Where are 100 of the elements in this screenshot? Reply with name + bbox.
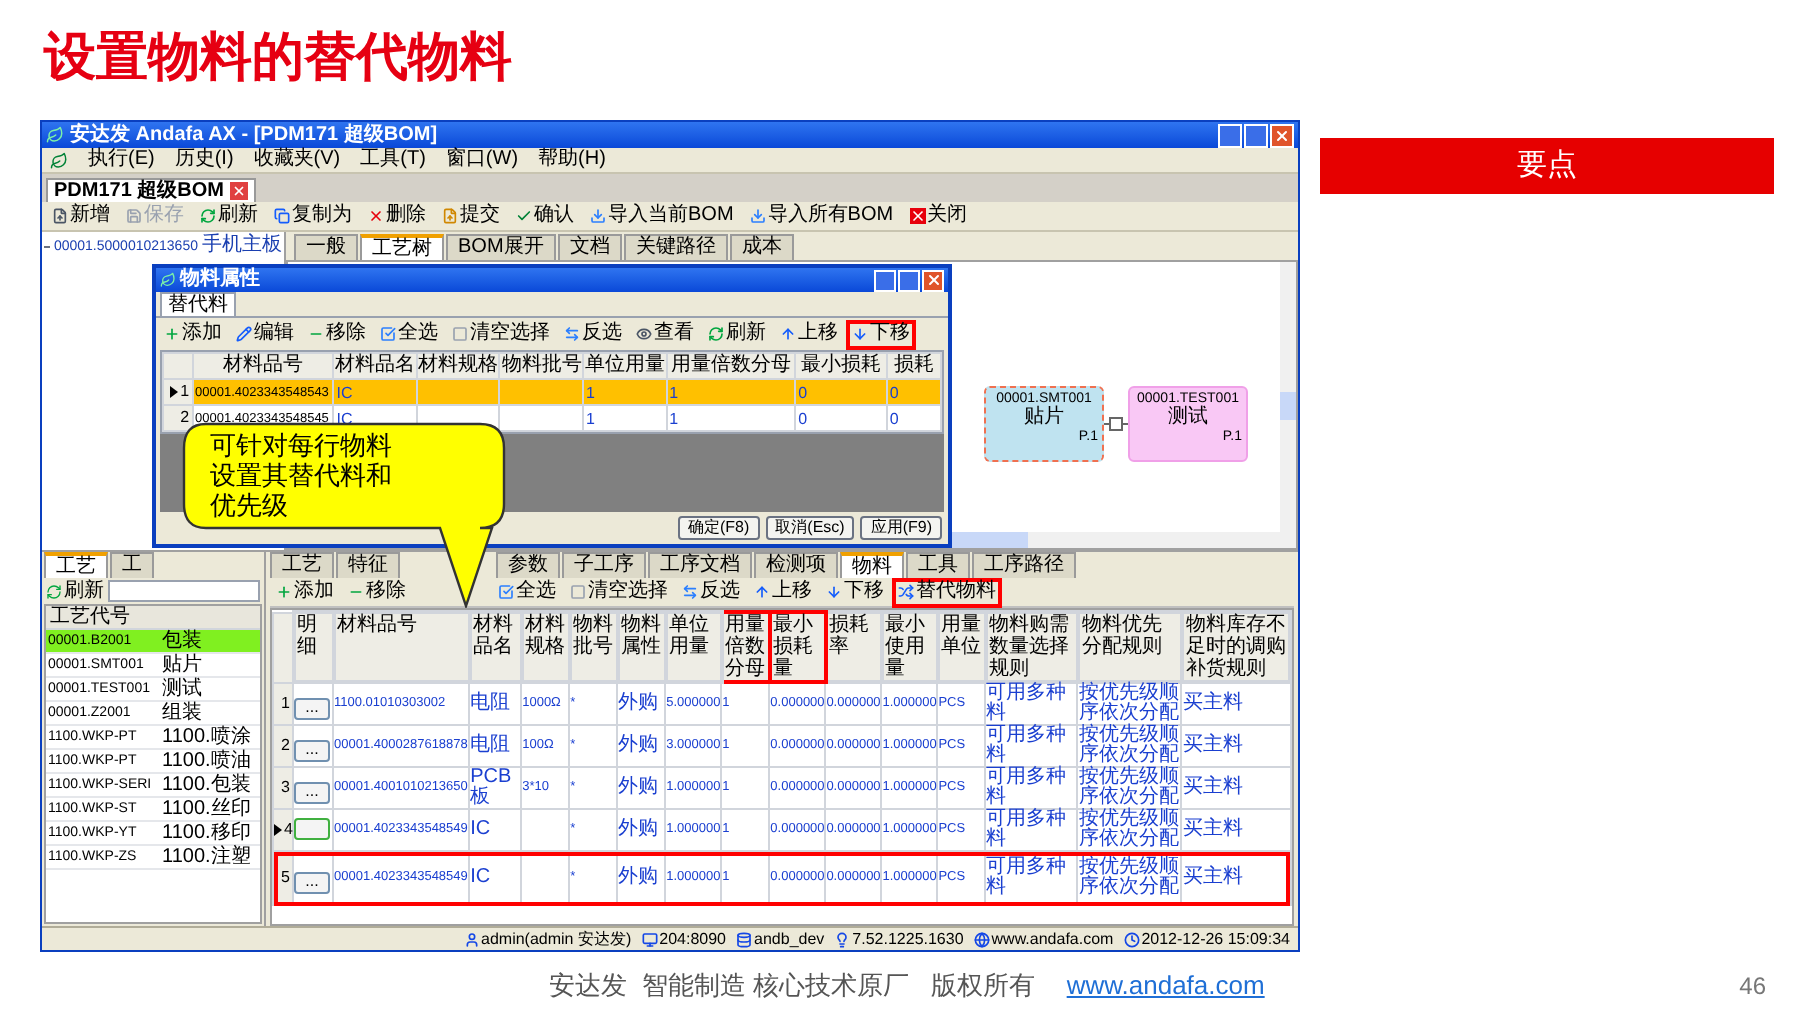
column-header: 用量单位 — [937, 612, 986, 682]
tab[interactable]: 工具 — [906, 552, 970, 578]
user-icon — [463, 931, 479, 947]
toolbar-button[interactable]: 查看 — [630, 319, 700, 349]
detail-button[interactable] — [294, 818, 330, 840]
checkbox-icon — [452, 326, 468, 342]
menu-item[interactable]: 历史(I) — [174, 150, 234, 170]
menu-item[interactable]: 执行(E) — [88, 150, 155, 170]
vertical-scrollbar[interactable] — [1280, 262, 1296, 548]
table-cell: IC — [469, 851, 522, 905]
tab[interactable]: 检测项 — [754, 552, 838, 578]
tab[interactable]: 物料 — [840, 552, 904, 578]
tab[interactable]: 工艺 — [44, 552, 108, 578]
tab[interactable]: 工序路径 — [972, 552, 1076, 578]
close-button[interactable] — [1270, 123, 1294, 147]
current-row-icon — [274, 823, 282, 836]
toolbar-button[interactable]: 上移 — [748, 577, 818, 607]
menu-item[interactable]: 收藏夹(V) — [253, 150, 341, 170]
minimize-button[interactable] — [874, 269, 896, 291]
detail-button[interactable]: ... — [294, 697, 330, 719]
tab[interactable]: 成本 — [729, 234, 794, 260]
tab[interactable]: 特征 — [336, 552, 400, 578]
toolbar-button[interactable]: 上移 — [774, 319, 844, 349]
close-button[interactable] — [922, 269, 944, 291]
toolbar-button[interactable]: 全选 — [374, 319, 444, 349]
menu-item[interactable]: 帮助(H) — [538, 150, 606, 170]
status-text: admin(admin 安达发) — [481, 931, 632, 947]
dialog-button[interactable]: 确定(F8) — [677, 516, 760, 540]
detail-button[interactable]: ... — [294, 871, 330, 893]
table-cell: 可用多种料 — [985, 682, 1078, 725]
menu-item[interactable]: 窗口(W) — [445, 150, 519, 170]
table-cell: 可用多种料 — [985, 767, 1078, 809]
footer-text: 安达发 智能制造 核心技术原厂 版权所有 — [549, 967, 1035, 1004]
tab[interactable]: 工 — [110, 552, 154, 578]
toolbar-button[interactable]: 新增 — [46, 201, 116, 231]
table-cell: IC — [469, 809, 522, 851]
table-cell: 1 — [583, 405, 667, 431]
minimize-button[interactable] — [1218, 123, 1242, 147]
search-field[interactable] — [108, 580, 260, 602]
tab[interactable]: 关键路径 — [623, 234, 728, 260]
toolbar-button[interactable]: 移除 — [302, 319, 372, 349]
dialog-button[interactable]: 取消(Esc) — [765, 516, 855, 540]
process-name: 1100.包装 — [162, 775, 251, 795]
column-header: 物料优先分配规则 — [1077, 612, 1182, 682]
toolbar-button[interactable]: 确认 — [510, 201, 580, 231]
tab[interactable]: BOM展开 — [446, 234, 556, 260]
column-header: 材料品名 — [469, 612, 522, 682]
tab[interactable]: 工艺 — [270, 552, 334, 578]
column-header: 最小损耗量 — [769, 612, 826, 682]
toolbar-button[interactable]: 反选 — [676, 577, 746, 607]
maximize-button[interactable] — [898, 269, 920, 291]
toolbar-button[interactable]: 刷新 — [702, 319, 772, 349]
tab[interactable]: 文档 — [557, 234, 622, 260]
table-cell: 外购 — [617, 809, 666, 851]
tab[interactable]: 替代料 — [160, 292, 236, 316]
table-cell — [521, 809, 570, 851]
table-cell: 外购 — [617, 725, 666, 767]
toolbar-button[interactable]: 导入当前BOM — [584, 201, 740, 231]
toolbar-button[interactable]: 关闭 — [903, 201, 974, 231]
row-number: 1 — [273, 682, 293, 725]
maximize-button[interactable] — [1244, 123, 1268, 147]
toolbar-button[interactable]: 移除 — [342, 577, 412, 607]
row-number: 1 — [163, 379, 193, 405]
toolbar-button[interactable]: 添加 — [270, 577, 340, 607]
toolbar-button[interactable]: 删除 — [362, 201, 432, 231]
toolbar-button[interactable]: 清空选择 — [564, 577, 674, 607]
toolbar-button[interactable]: 下移 — [820, 577, 890, 607]
status-text: 204:8090 — [659, 931, 727, 947]
tab[interactable]: 工艺树 — [360, 234, 444, 260]
refresh-icon — [200, 208, 216, 224]
status-text: 7.52.1225.1630 — [852, 931, 964, 947]
column-header: 用量倍数分母 — [666, 353, 796, 379]
toolbar-button[interactable]: 复制为 — [268, 201, 358, 231]
toolbar-button[interactable]: 反选 — [558, 319, 628, 349]
arrow-up-icon — [754, 584, 770, 600]
dialog-button[interactable]: 应用(F9) — [860, 516, 942, 540]
toolbar-button[interactable]: 添加 — [158, 319, 228, 349]
detail-button[interactable]: ... — [294, 739, 330, 761]
tab[interactable]: 工序文档 — [648, 552, 752, 578]
column-header: 物料库存不足时的调购补货规则 — [1181, 612, 1290, 682]
toolbar-button[interactable]: 刷新 — [194, 201, 264, 231]
tab[interactable]: 子工序 — [562, 552, 646, 578]
toolbar-button[interactable]: 清空选择 — [446, 319, 556, 349]
tab[interactable]: 一般 — [294, 234, 358, 260]
arrow-up-icon — [780, 326, 796, 342]
table-cell: 按优先级顺序依次分配 — [1077, 682, 1182, 725]
database-icon — [736, 931, 753, 947]
tab[interactable]: 参数 — [496, 552, 560, 578]
toolbar-button[interactable]: 全选 — [492, 577, 562, 607]
document-tab[interactable]: PDM171 超级BOM — [46, 178, 257, 202]
refresh-icon — [708, 326, 724, 342]
tree-item-name[interactable]: 手机主板 — [202, 236, 282, 256]
toolbar-button[interactable]: 提交 — [436, 201, 506, 231]
menu-item[interactable]: 工具(T) — [360, 150, 426, 170]
close-button[interactable] — [230, 182, 249, 200]
toolbar-button[interactable]: 编辑 — [230, 319, 300, 349]
refresh-button[interactable]: 刷新 — [46, 581, 104, 601]
website-link[interactable]: www.andafa.com — [1066, 965, 1265, 1005]
detail-button[interactable]: ... — [294, 781, 330, 803]
toolbar-button[interactable]: 导入所有BOM — [743, 201, 900, 231]
